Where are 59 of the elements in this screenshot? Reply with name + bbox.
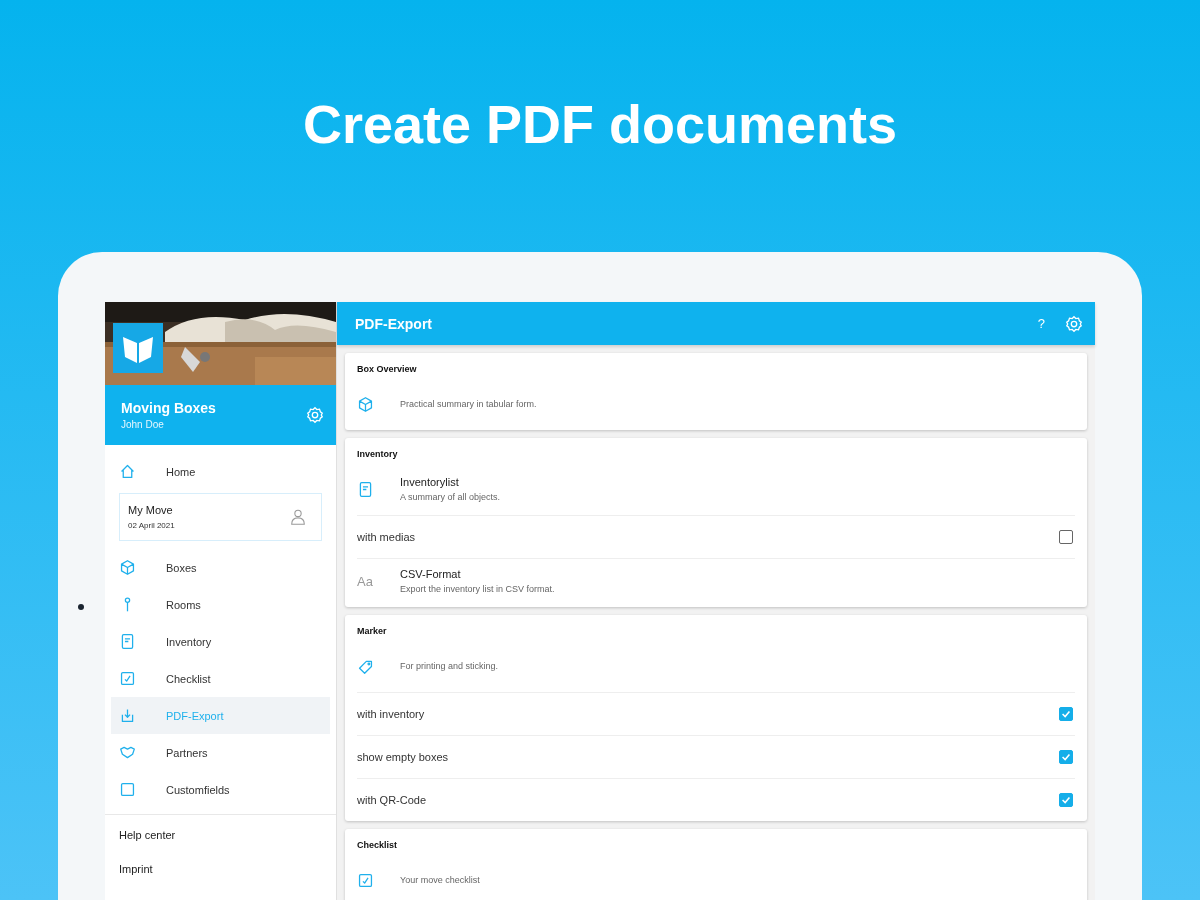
- checkbox-icon: [119, 670, 136, 687]
- section-title: Marker: [357, 625, 388, 638]
- option-label: show empty boxes: [357, 751, 449, 763]
- checkbox[interactable]: [1059, 530, 1073, 544]
- partners-icon: [119, 744, 136, 761]
- checkbox[interactable]: [1059, 707, 1073, 721]
- option-description: Your move checklist: [400, 875, 480, 885]
- option-description: Export the inventory list in CSV format.: [400, 584, 555, 594]
- settings-icon[interactable]: [306, 406, 324, 424]
- checkbox[interactable]: [1059, 793, 1073, 807]
- camera-icon: [78, 604, 84, 610]
- checkmark-icon: [1060, 794, 1072, 806]
- move-card[interactable]: My Move 02 April 2021: [119, 493, 322, 541]
- section-title: Inventory: [357, 448, 399, 461]
- headline: Create PDF documents: [302, 93, 898, 156]
- app-title: Moving Boxes: [121, 400, 217, 416]
- nav-item[interactable]: Partners: [111, 734, 330, 771]
- checkmark-icon: [1060, 708, 1072, 720]
- export-option[interactable]: Aa CSV-Format Export the inventory list in CSV format.: [357, 558, 1075, 607]
- option-description: A summary of all objects.: [400, 492, 501, 502]
- logo-icon: [113, 323, 163, 373]
- cube-icon: [119, 559, 136, 576]
- home-icon: [119, 463, 136, 480]
- export-option[interactable]: Practical summary in tabular form.: [357, 382, 1075, 430]
- section-title: Box Overview: [357, 363, 418, 376]
- option-label: with QR-Code: [357, 794, 427, 806]
- export-option[interactable]: Inventorylist A summary of all objects.: [357, 467, 1075, 515]
- document-icon: [357, 480, 374, 498]
- option-description: Practical summary in tabular form.: [400, 399, 537, 409]
- checkbox[interactable]: [1059, 750, 1073, 764]
- sidebar-link[interactable]: Imprint: [119, 863, 322, 875]
- option-description: For printing and sticking.: [400, 661, 499, 671]
- checkmark-icon: [1060, 751, 1072, 763]
- user-name: John Doe: [121, 419, 165, 430]
- nav-item[interactable]: Inventory: [111, 623, 330, 660]
- download-icon: [119, 707, 136, 724]
- document-icon: [119, 633, 136, 650]
- option-title: Inventorylist: [400, 476, 460, 488]
- nav-item[interactable]: Home: [111, 453, 330, 490]
- export-option[interactable]: Your move checklist: [357, 858, 1075, 900]
- cube-icon: [357, 395, 374, 413]
- move-date: 02 April 2021: [128, 521, 176, 530]
- nav-item[interactable]: Boxes: [111, 549, 330, 586]
- nav-item[interactable]: Checklist: [111, 660, 330, 697]
- export-option[interactable]: For printing and sticking.: [357, 644, 1075, 692]
- option-label: with medias: [357, 531, 416, 543]
- nav-item[interactable]: Customfields: [111, 771, 330, 808]
- section-title: Checklist: [357, 839, 399, 852]
- move-title: My Move: [128, 504, 174, 516]
- checkbox-icon: [357, 871, 374, 889]
- font-icon: Aa: [357, 573, 374, 589]
- person-icon: [289, 508, 307, 526]
- option-title: CSV-Format: [400, 568, 462, 580]
- toolbar-title: PDF-Export: [355, 315, 433, 332]
- square-icon: [119, 781, 136, 798]
- nav-item[interactable]: Rooms: [111, 586, 330, 623]
- sidebar-link[interactable]: Help center: [119, 829, 322, 841]
- settings-icon[interactable]: [1065, 314, 1083, 333]
- option-label: with inventory: [357, 708, 425, 720]
